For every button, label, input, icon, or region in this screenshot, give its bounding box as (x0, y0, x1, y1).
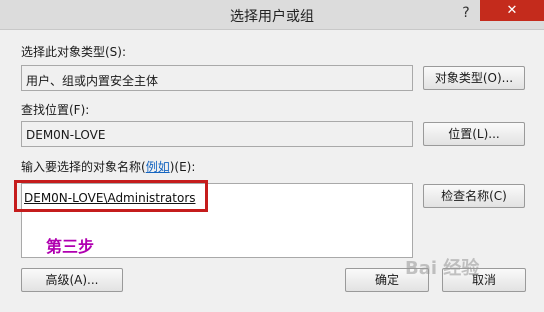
object-names-label: 输入要选择的对象名称(例如)(E): (21, 158, 195, 175)
object-type-field: 用户、组或内置安全主体 (21, 65, 413, 91)
title-bar: 选择用户或组 ? ✕ (0, 0, 544, 30)
watermark-logo: Bai 经验 (405, 258, 480, 279)
close-icon[interactable]: ✕ (480, 0, 544, 21)
examples-link[interactable]: 例如 (146, 160, 170, 174)
help-icon[interactable]: ? (455, 3, 477, 23)
object-type-label: 选择此对象类型(S): (21, 45, 127, 59)
location-field: DEM0N-LOVE (21, 121, 413, 147)
object-names-label-prefix: 输入要选择的对象名称( (21, 160, 146, 174)
step-annotation: 第三步 (46, 237, 95, 256)
check-names-button[interactable]: 检查名称(C) (423, 184, 525, 208)
advanced-button[interactable]: 高级(A)... (21, 268, 123, 292)
object-names-label-suffix: )(E): (169, 160, 196, 174)
red-highlight-box (14, 180, 208, 212)
object-types-button[interactable]: 对象类型(O)... (423, 66, 525, 90)
locations-button[interactable]: 位置(L)... (423, 122, 525, 146)
select-users-or-groups-dialog: 选择用户或组 ? ✕ 选择此对象类型(S): 用户、组或内置安全主体 对象类型(… (0, 0, 544, 312)
location-label: 查找位置(F): (21, 103, 90, 117)
